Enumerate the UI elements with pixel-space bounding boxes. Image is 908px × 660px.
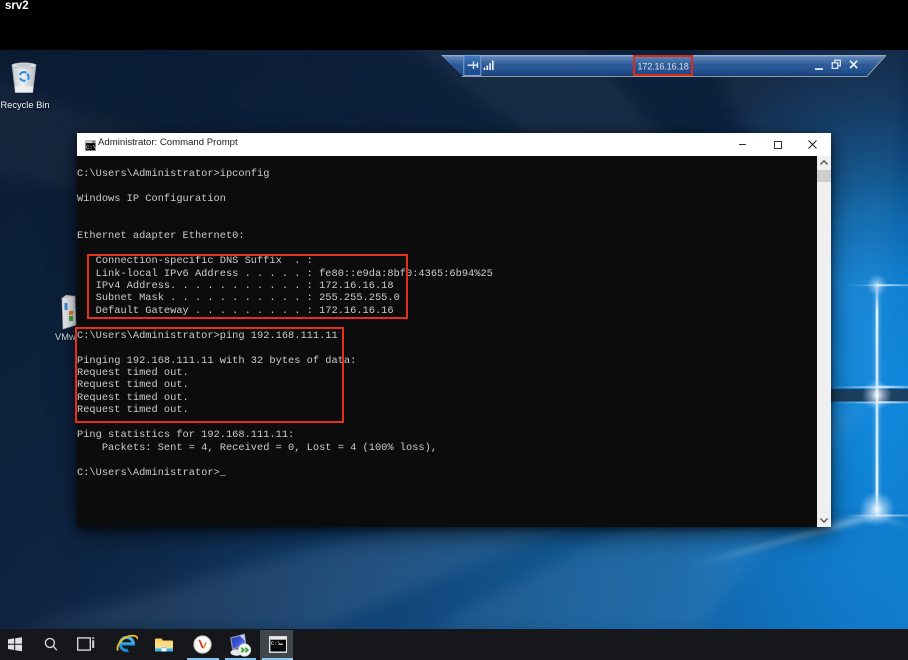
- svg-text:C:\: C:\: [86, 143, 96, 150]
